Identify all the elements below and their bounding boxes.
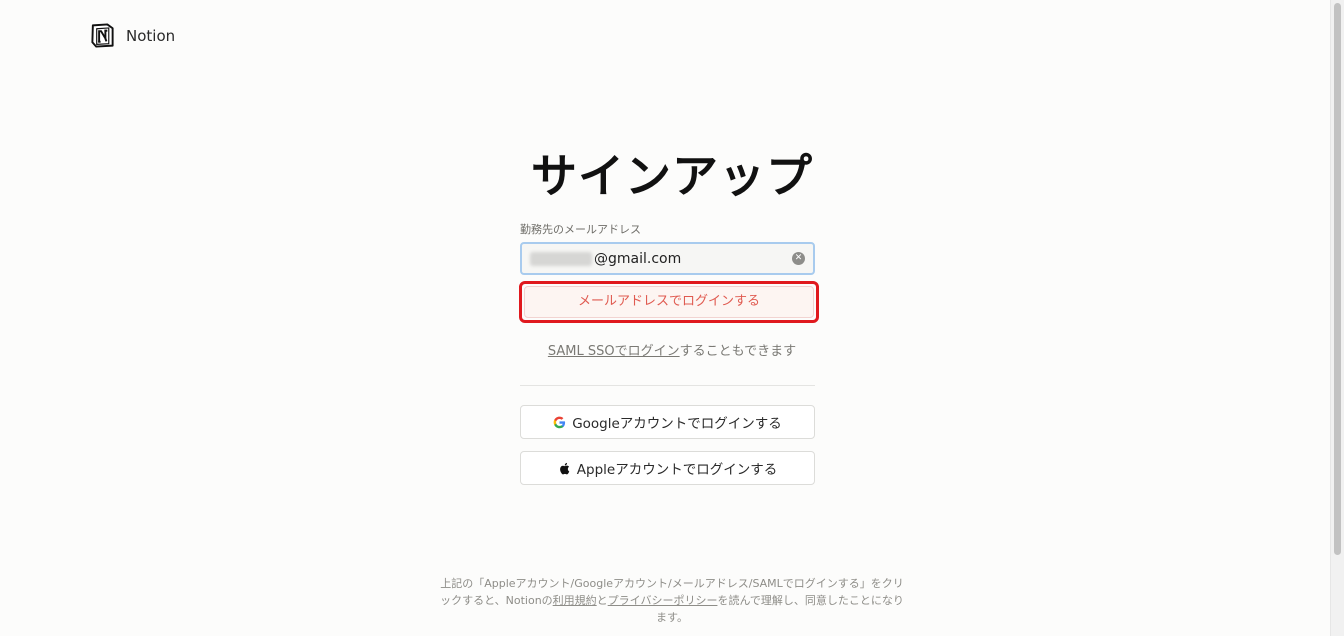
privacy-policy-link[interactable]: プライバシーポリシー — [608, 594, 718, 607]
clear-icon[interactable]: ✕ — [792, 252, 805, 265]
apple-login-button[interactable]: Appleアカウントでログインする — [520, 451, 815, 485]
login-with-email-button[interactable]: メールアドレスでログインする — [524, 286, 814, 318]
vertical-scrollbar[interactable] — [1330, 0, 1344, 636]
divider — [520, 385, 815, 386]
page-title: サインアップ — [531, 149, 813, 203]
terms-link[interactable]: 利用規約 — [553, 594, 597, 607]
email-input[interactable]: @gmail.com — [594, 251, 784, 267]
redacted-email-name — [530, 251, 592, 266]
signup-form: 勤務先のメールアドレス @gmail.com ✕ — [520, 222, 815, 275]
scrollbar-thumb[interactable] — [1334, 3, 1341, 555]
email-field[interactable]: @gmail.com ✕ — [520, 242, 815, 275]
saml-sso-link[interactable]: SAML SSOでログイン — [548, 344, 680, 359]
google-login-label: Googleアカウントでログインする — [572, 416, 782, 432]
saml-suffix: することもできます — [679, 344, 797, 359]
legal-text-2: と — [596, 594, 608, 607]
header: Notion — [89, 22, 175, 49]
legal-notice: 上記の「Appleアカウント/Googleアカウント/メールアドレス/SAMLで… — [438, 575, 906, 626]
saml-line: SAML SSOでログインすることもできます — [0, 340, 1344, 359]
email-label: 勤務先のメールアドレス — [520, 223, 641, 236]
signup-page: Notion サインアップ 勤務先のメールアドレス @gmail.com ✕ メ… — [0, 0, 1344, 636]
apple-login-label: Appleアカウントでログインする — [576, 462, 778, 478]
google-icon — [553, 416, 566, 428]
apple-icon — [559, 462, 570, 474]
brand-name: Notion — [126, 26, 176, 45]
notion-logo-icon[interactable] — [89, 22, 116, 49]
google-login-button[interactable]: Googleアカウントでログインする — [520, 405, 815, 439]
